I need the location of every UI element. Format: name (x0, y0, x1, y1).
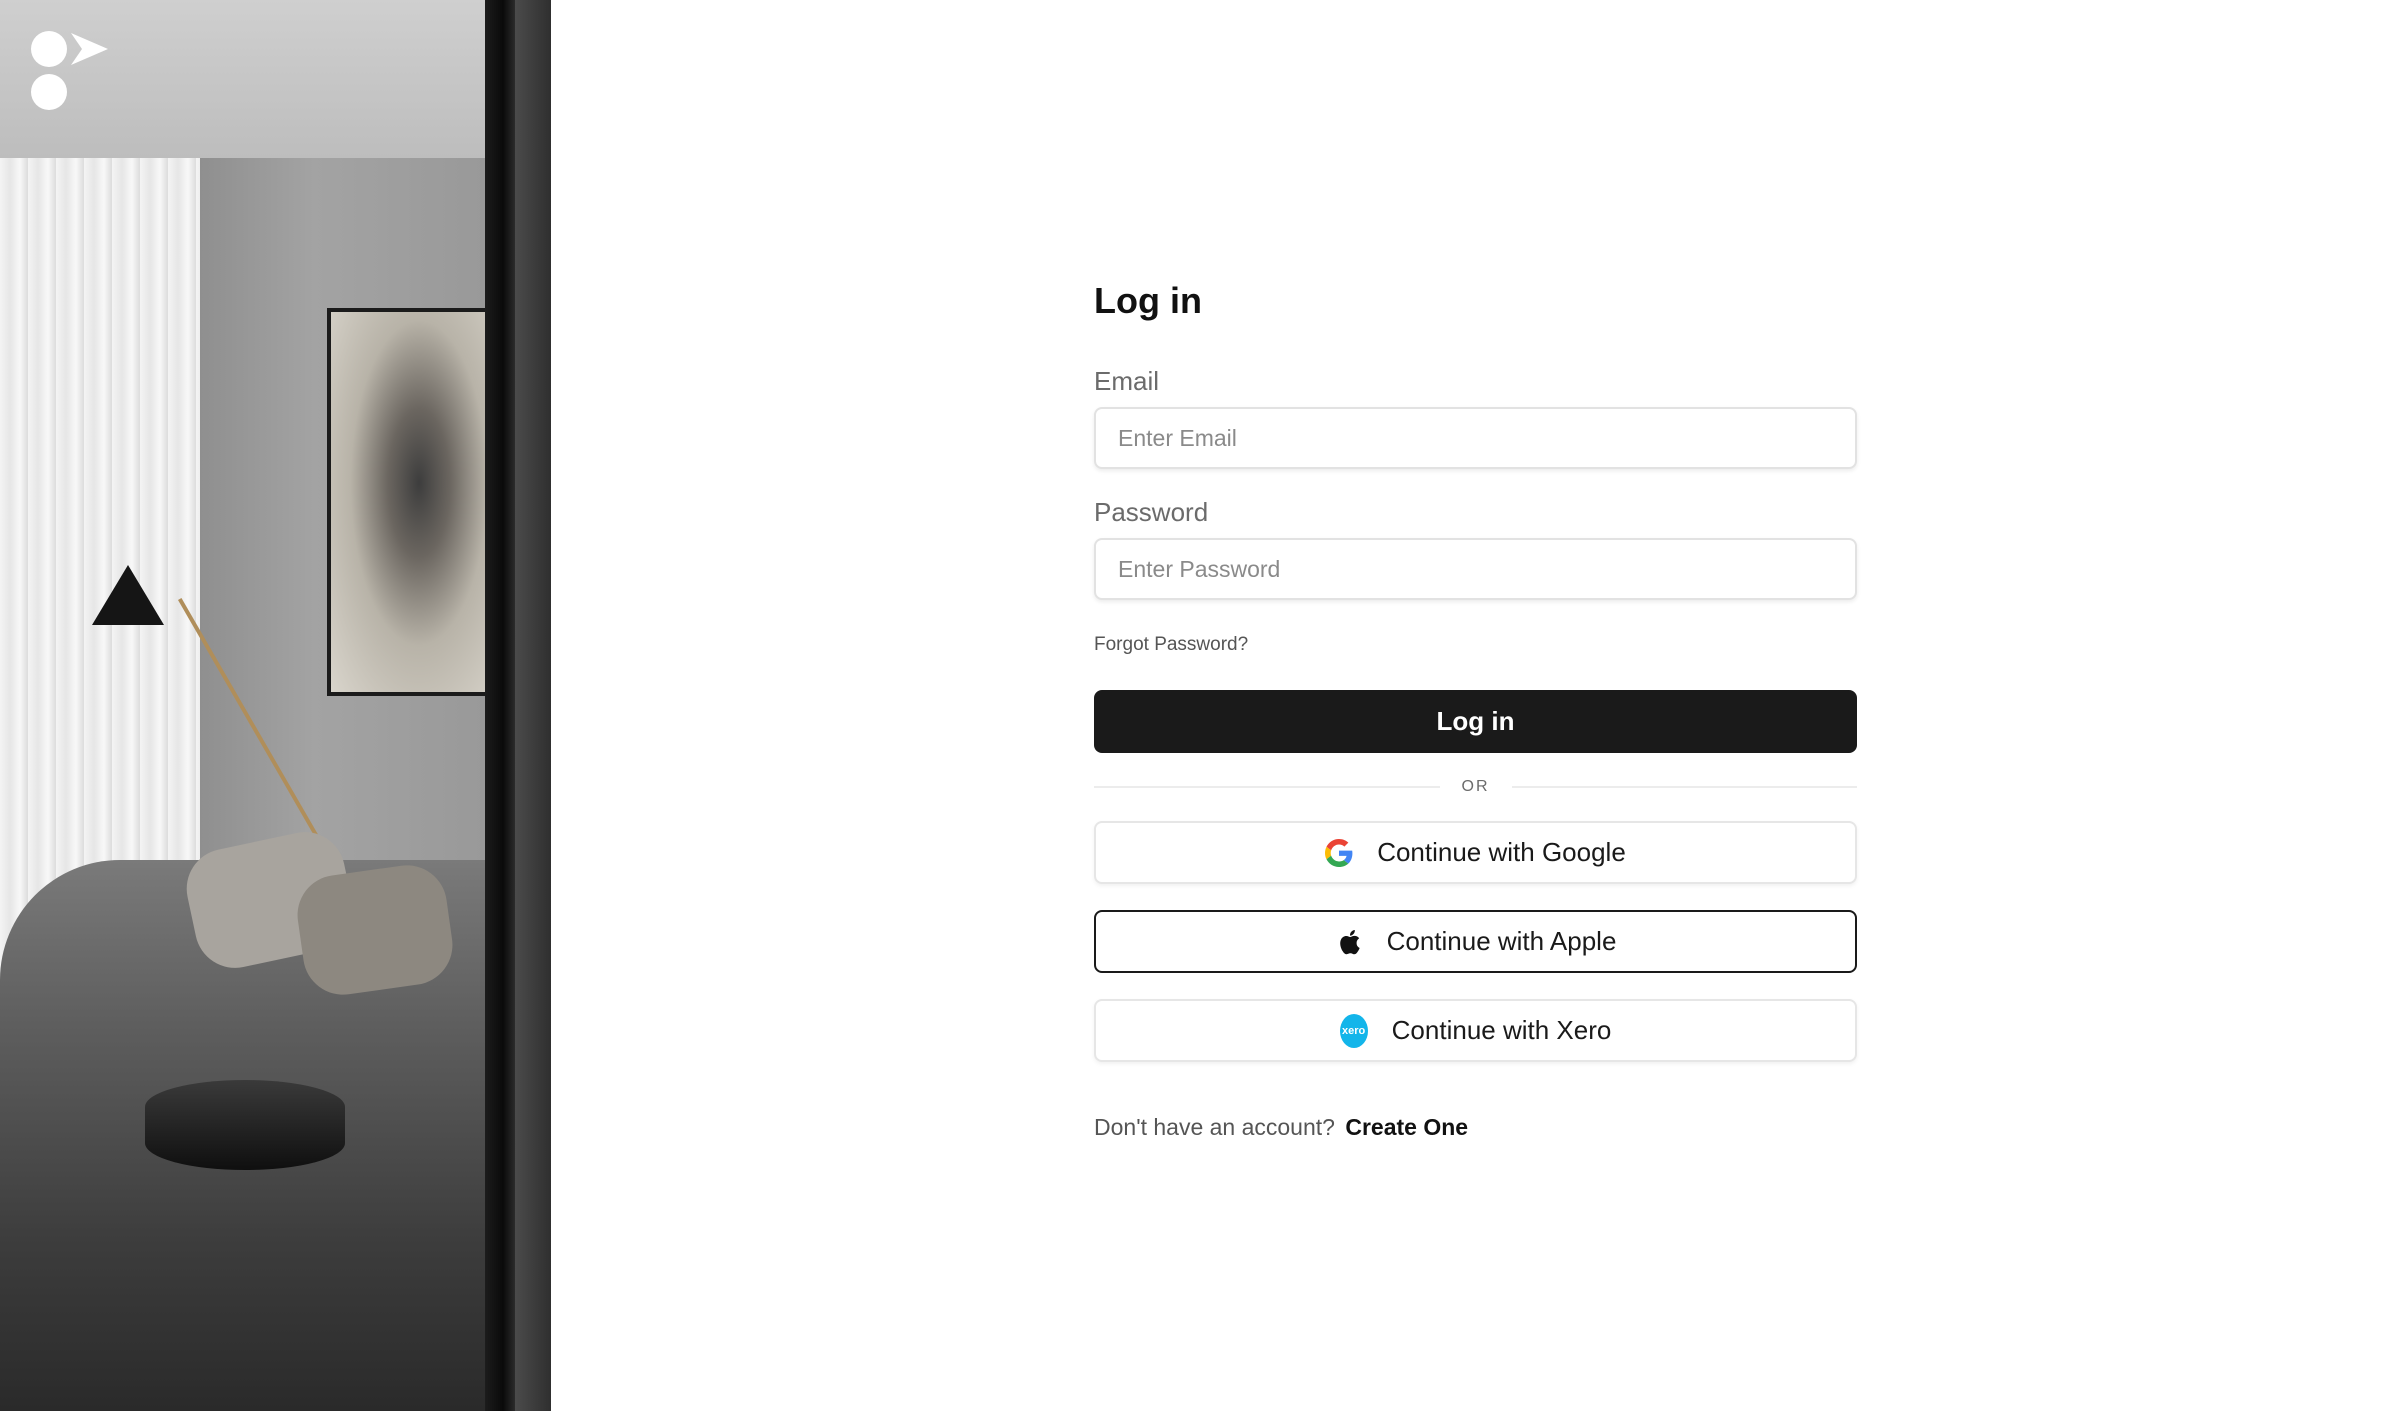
photo-lamp (92, 565, 164, 625)
brand-logo-icon[interactable] (30, 30, 110, 110)
divider-line (1511, 786, 1857, 788)
email-label: Email (1094, 366, 1160, 396)
divider-label: OR (1461, 778, 1490, 795)
password-field[interactable] (1094, 538, 1857, 600)
google-button-label: Continue with Google (1377, 837, 1626, 867)
signup-prompt: Don't have an account? Create One (1094, 1112, 1857, 1142)
create-account-link[interactable]: Create One (1345, 1114, 1468, 1140)
hero-photo (0, 0, 551, 1411)
page-title: Log in (1094, 280, 1202, 321)
login-panel: Log in Email Password Forgot Password? L… (551, 0, 2400, 1411)
apple-icon (1335, 928, 1363, 956)
photo-wall-art (327, 308, 495, 696)
xero-button-label: Continue with Xero (1391, 1015, 1612, 1045)
photo-side-table (145, 1080, 345, 1170)
photo-cushion (292, 860, 458, 1000)
continue-with-google-button[interactable]: Continue with Google (1094, 821, 1857, 884)
login-button[interactable]: Log in (1094, 690, 1857, 753)
signup-prompt-text: Don't have an account? (1094, 1114, 1335, 1140)
photo-glass-panel (515, 0, 551, 1411)
google-icon (1325, 838, 1353, 867)
login-form: Log in Email Password Forgot Password? L… (1094, 276, 1857, 1142)
divider-line (1094, 786, 1440, 788)
forgot-password-link[interactable]: Forgot Password? (1094, 632, 1248, 658)
login-page: Log in Email Password Forgot Password? L… (0, 0, 2400, 1411)
continue-with-xero-button[interactable]: xero Continue with Xero (1094, 999, 1857, 1062)
apple-button-label: Continue with Apple (1386, 926, 1617, 956)
photo-door-frame (485, 0, 515, 1411)
password-label: Password (1094, 497, 1209, 527)
continue-with-apple-button[interactable]: Continue with Apple (1094, 910, 1857, 973)
email-field[interactable] (1094, 407, 1857, 469)
xero-icon: xero (1339, 1013, 1368, 1048)
or-divider: OR (1094, 777, 1857, 797)
xero-logo-badge: xero (1339, 1013, 1368, 1048)
